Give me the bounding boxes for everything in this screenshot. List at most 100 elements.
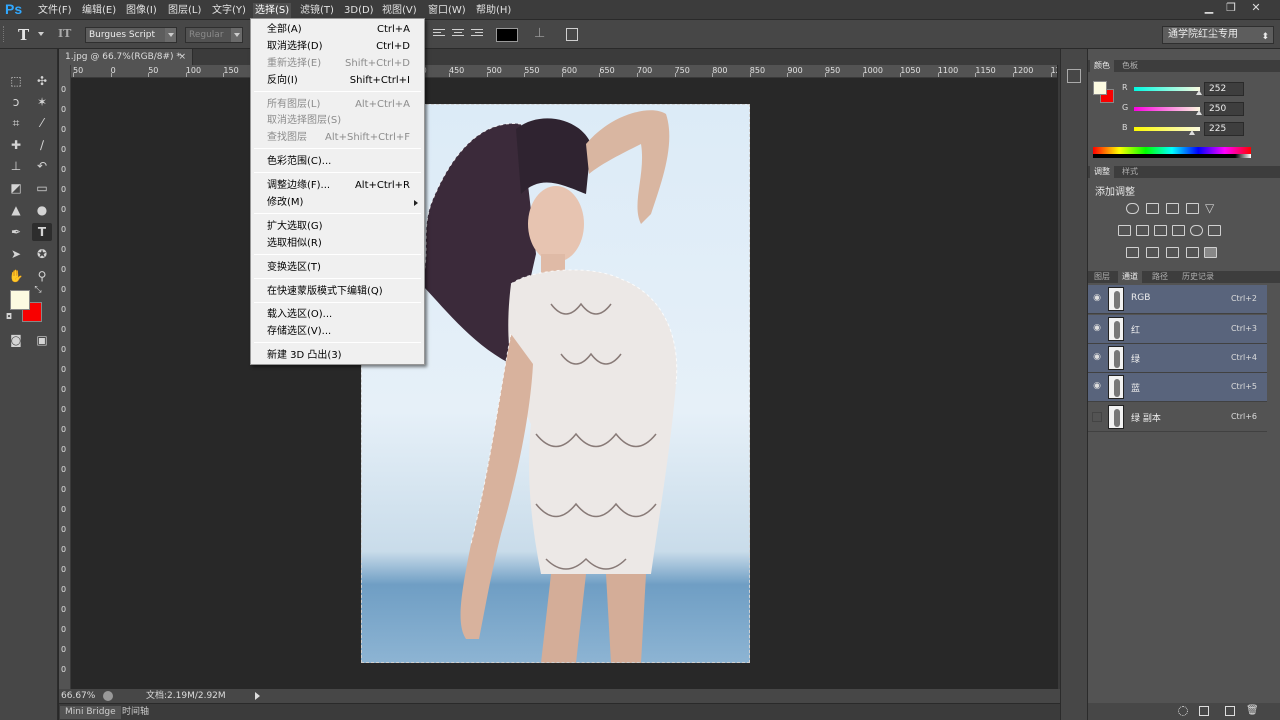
menu-image[interactable]: 图像(I) [124,3,159,18]
default-colors-icon[interactable]: ◘ [4,312,14,322]
invert-icon[interactable] [1126,247,1139,258]
menu-item-deselect-layers[interactable]: 取消选择图层(S) [251,112,424,129]
type-tool-preset-icon[interactable]: T [18,26,29,44]
menu-item-reselect[interactable]: 重新选择(E) Shift+Ctrl+D [251,55,424,72]
load-selection-icon[interactable] [1178,706,1188,716]
menu-item-find-layers[interactable]: 查找图层 Alt+Shift+Ctrl+F [251,129,424,146]
color-lookup-icon[interactable] [1208,225,1221,236]
swap-colors-icon[interactable]: ⤡ [33,285,43,295]
type-tool-icon[interactable]: T [32,223,52,241]
chevron-down-icon[interactable] [38,32,44,36]
custom-shape-tool-icon[interactable]: ✪ [32,245,52,263]
status-menu-arrow-icon[interactable] [255,692,260,700]
menu-type[interactable]: 文字(Y) [210,3,248,18]
menu-item-load-selection[interactable]: 载入选区(O)... [251,306,424,323]
font-style-select[interactable]: Regular [185,27,243,43]
menu-item-new-3d-extrusion[interactable]: 新建 3D 凸出(3) [251,347,424,364]
tab-color[interactable]: 颜色 [1090,60,1114,72]
menu-item-inverse[interactable]: 反向(I) Shift+Ctrl+I [251,72,424,89]
photo-filter-icon[interactable] [1172,225,1185,236]
minimize-icon[interactable]: ▁ [1197,0,1221,18]
channel-row-green[interactable]: ◉ 绿 Ctrl+4 [1088,344,1267,373]
tab-history[interactable]: 历史记录 [1178,271,1218,283]
zoom-tool-icon[interactable]: ⚲ [32,267,52,285]
color-spectrum[interactable] [1093,147,1251,158]
tab-mini-bridge[interactable]: Mini Bridge [60,706,121,719]
hue-saturation-icon[interactable] [1118,225,1131,236]
save-selection-icon[interactable] [1199,706,1209,716]
menu-item-save-selection[interactable]: 存储选区(V)... [251,323,424,340]
channel-row-rgb[interactable]: ◉ RGB Ctrl+2 [1088,285,1267,314]
hand-tool-icon[interactable]: ✋ [6,267,26,285]
path-selection-tool-icon[interactable]: ➤ [6,245,26,263]
pen-tool-icon[interactable]: ✒ [6,223,26,241]
levels-icon[interactable] [1146,203,1159,214]
marquee-tool-icon[interactable]: ⬚ [6,72,26,90]
channel-mixer-icon[interactable] [1190,225,1203,236]
black-white-icon[interactable] [1154,225,1167,236]
quick-mask-icon[interactable]: ◙ [6,331,26,349]
screen-mode-icon[interactable]: ▣ [32,331,52,349]
history-panel-icon[interactable] [1067,69,1081,83]
posterize-icon[interactable] [1146,247,1159,258]
menu-item-deselect[interactable]: 取消选择(D) Ctrl+D [251,38,424,55]
channel-row-green-copy[interactable]: 绿 副本 Ctrl+6 [1088,403,1267,432]
tab-layers[interactable]: 图层 [1090,271,1114,283]
align-left-icon[interactable] [433,29,445,40]
share-icon[interactable] [103,691,113,701]
menu-item-modify[interactable]: 修改(M) [251,194,424,211]
font-family-select[interactable]: Burgues Script [85,27,177,43]
menu-select[interactable]: 选择(S) [253,3,292,18]
restore-icon[interactable]: ❐ [1219,0,1243,18]
tab-adjustments[interactable]: 调整 [1090,166,1114,178]
character-panel-icon[interactable] [566,28,578,41]
lasso-tool-icon[interactable]: ↄ [6,93,26,111]
tab-styles[interactable]: 样式 [1118,166,1142,178]
blur-tool-icon[interactable]: ▲ [6,201,26,219]
text-color-swatch[interactable] [496,28,518,42]
canvas[interactable] [72,79,1058,689]
warp-text-icon[interactable]: ⊥ [534,26,545,41]
eye-icon[interactable]: ◉ [1091,323,1103,335]
gradient-map-icon[interactable] [1186,247,1199,258]
threshold-icon[interactable] [1166,247,1179,258]
menu-3d[interactable]: 3D(D) [342,3,376,18]
document-tab[interactable]: 1.jpg @ 66.7%(RGB/8#) * × [59,49,193,65]
color-balance-icon[interactable] [1136,225,1149,236]
brightness-icon[interactable] [1126,203,1139,214]
green-slider[interactable]: G 250 [1088,102,1280,116]
blue-slider[interactable]: B 225 [1088,122,1280,136]
channel-row-blue[interactable]: ◉ 蓝 Ctrl+5 [1088,373,1267,402]
menu-filter[interactable]: 滤镜(T) [298,3,336,18]
history-brush-tool-icon[interactable]: ↶ [32,157,52,175]
menu-item-all-layers[interactable]: 所有图层(L) Alt+Ctrl+A [251,96,424,113]
eye-icon[interactable]: ◉ [1091,381,1103,393]
red-slider[interactable]: R 252 [1088,82,1280,96]
menu-item-quick-mask[interactable]: 在快速蒙版模式下编辑(Q) [251,283,424,300]
vibrance-icon[interactable]: ▽ [1205,201,1214,215]
magic-wand-tool-icon[interactable]: ✶ [32,93,52,111]
text-orientation-icon[interactable]: IT [58,27,71,40]
crop-tool-icon[interactable]: ⌗ [6,114,26,132]
visibility-toggle[interactable] [1092,412,1102,422]
eyedropper-tool-icon[interactable]: ⁄ [32,114,52,132]
brush-tool-icon[interactable]: ∕ [32,136,52,154]
menu-item-grow[interactable]: 扩大选取(G) [251,218,424,235]
align-center-icon[interactable] [452,29,464,40]
channel-row-red[interactable]: ◉ 红 Ctrl+3 [1088,315,1267,344]
menu-edit[interactable]: 编辑(E) [80,3,118,18]
dodge-tool-icon[interactable]: ● [32,201,52,219]
new-channel-icon[interactable] [1225,706,1235,716]
zoom-level[interactable]: 66.67% [61,689,95,703]
menu-item-select-all[interactable]: 全部(A) Ctrl+A [251,21,424,38]
menu-item-refine-edge[interactable]: 调整边缘(F)... Alt+Ctrl+R [251,177,424,194]
tab-channels[interactable]: 通道 [1118,271,1142,283]
selective-color-icon[interactable] [1204,247,1217,258]
menu-item-similar[interactable]: 选取相似(R) [251,235,424,252]
gradient-tool-icon[interactable]: ▭ [32,179,52,197]
tab-paths[interactable]: 路径 [1148,271,1172,283]
move-tool-icon[interactable]: ✣ [32,72,52,90]
foreground-color-swatch[interactable] [10,290,30,310]
eye-icon[interactable]: ◉ [1091,352,1103,364]
menu-file[interactable]: 文件(F) [36,3,74,18]
